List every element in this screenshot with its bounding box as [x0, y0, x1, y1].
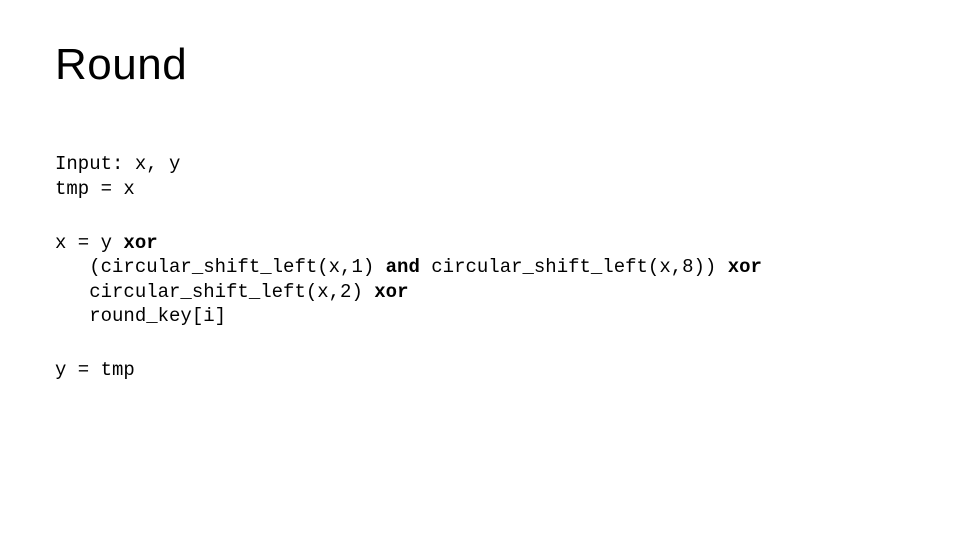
keyword-and: and — [386, 256, 420, 278]
code-line: x = y — [55, 232, 123, 254]
keyword-xor: xor — [728, 256, 762, 278]
code-line: circular_shift_left(x,2) — [55, 281, 374, 303]
slide: Round Input: x, y tmp = x x = y xor (circ… — [0, 0, 960, 540]
code-line: (circular_shift_left(x,1) — [55, 256, 386, 278]
code-block: Input: x, y tmp = x x = y xor (circular_s… — [55, 128, 905, 407]
keyword-xor: xor — [374, 281, 408, 303]
code-line: y = tmp — [55, 359, 135, 381]
slide-title: Round — [55, 40, 905, 90]
code-line: circular_shift_left(x,8)) — [420, 256, 728, 278]
keyword-xor: xor — [123, 232, 157, 254]
code-line: round_key[i] — [55, 305, 226, 327]
code-line: tmp = x — [55, 178, 135, 200]
code-line: Input: x, y — [55, 153, 180, 175]
